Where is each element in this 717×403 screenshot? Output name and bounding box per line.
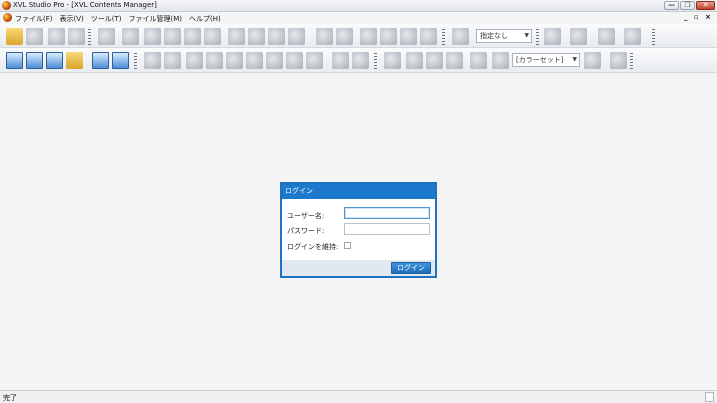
undo-icon[interactable] <box>48 28 65 45</box>
move-icon[interactable] <box>570 28 587 45</box>
image-icon[interactable] <box>26 52 43 69</box>
view-top-icon[interactable] <box>380 28 397 45</box>
view-preset-dropdown[interactable]: 指定なし ▼ <box>476 29 532 43</box>
remember-label: ログインを維持: <box>287 243 339 251</box>
chart-icon[interactable] <box>624 28 641 45</box>
password-label: パスワード: <box>287 227 325 235</box>
login-dialog-title: ログイン <box>282 184 435 199</box>
username-input[interactable] <box>344 207 430 219</box>
minimize-icon: — <box>668 1 675 9</box>
pan-icon[interactable] <box>122 28 139 45</box>
remember-checkbox[interactable] <box>344 242 351 249</box>
cylinder-icon[interactable] <box>406 52 423 69</box>
toolbar-separator <box>134 53 137 69</box>
highlight-icon[interactable] <box>288 28 305 45</box>
clock-icon[interactable] <box>598 28 615 45</box>
camera-icon[interactable] <box>336 28 353 45</box>
menu-file[interactable]: ファイル(F) <box>15 14 53 24</box>
box-hidden-icon[interactable] <box>246 52 263 69</box>
refresh-icon[interactable] <box>98 28 115 45</box>
list-icon[interactable] <box>46 52 63 69</box>
cylinder-shaded-icon[interactable] <box>426 52 443 69</box>
toolbar-separator <box>652 29 655 45</box>
menu-file-management[interactable]: ファイル管理(M) <box>129 14 183 24</box>
close-button[interactable]: ✕ <box>696 1 715 10</box>
login-button[interactable]: ログイン <box>391 262 431 274</box>
solid-icon[interactable] <box>584 52 601 69</box>
measure-icon[interactable] <box>248 28 265 45</box>
redo-icon[interactable] <box>68 28 85 45</box>
select-icon[interactable] <box>228 28 245 45</box>
save-icon[interactable] <box>26 28 43 45</box>
restore-icon: ❐ <box>684 1 691 9</box>
frame-icon[interactable] <box>164 52 181 69</box>
zoom-fit-icon[interactable] <box>184 28 201 45</box>
explode-icon[interactable] <box>544 28 561 45</box>
view-iso-icon[interactable] <box>420 28 437 45</box>
cube-icon[interactable] <box>306 52 323 69</box>
line-style-icon[interactable] <box>470 52 487 69</box>
open-folder-icon[interactable] <box>6 28 23 45</box>
login-form: ユーザー名: パスワード: ログインを維持: <box>282 199 435 260</box>
status-text: 完了 <box>3 394 17 402</box>
close-icon: ✕ <box>702 1 709 9</box>
resize-grip-icon[interactable] <box>705 392 714 402</box>
login-dialog-footer: ログイン <box>282 260 435 276</box>
minimize-button[interactable]: — <box>664 1 679 10</box>
box-shaded-icon[interactable] <box>206 52 223 69</box>
restore-button[interactable]: ❐ <box>680 1 695 10</box>
toolbar-separator <box>374 53 377 69</box>
light-icon[interactable] <box>316 28 333 45</box>
box-edge-icon[interactable] <box>226 52 243 69</box>
gear-icon[interactable] <box>492 52 509 69</box>
box-outline-icon[interactable] <box>286 52 303 69</box>
view-side-icon[interactable] <box>400 28 417 45</box>
color-set-dropdown[interactable]: [カラーセット] ▼ <box>512 53 580 67</box>
toolbar-main: 指定なし ▼ <box>0 24 717 48</box>
triangle-icon[interactable] <box>332 52 349 69</box>
toolbar-separator <box>536 29 539 45</box>
toolbar-separator <box>88 29 91 45</box>
display-icon[interactable] <box>610 52 627 69</box>
annotation-icon[interactable] <box>92 52 109 69</box>
menu-tools[interactable]: ツール(T) <box>91 14 122 24</box>
window-titlebar: XVL Studio Pro - [XVL Contents Manager] … <box>0 0 717 12</box>
cylinder-wire-icon[interactable] <box>384 52 401 69</box>
window-controls: — ❐ ✕ <box>664 1 715 10</box>
shape-icon[interactable] <box>352 52 369 69</box>
import-icon[interactable] <box>66 52 83 69</box>
toolbar-separator <box>630 53 633 69</box>
chevron-down-icon: ▼ <box>572 56 577 63</box>
window-title: XVL Studio Pro - [XVL Contents Manager] <box>13 1 157 9</box>
box-wire-icon[interactable] <box>186 52 203 69</box>
menu-help[interactable]: ヘルプ(H) <box>189 14 221 24</box>
section-icon[interactable] <box>268 28 285 45</box>
document-logo-icon[interactable] <box>3 13 12 22</box>
rotate-icon[interactable] <box>144 28 161 45</box>
menu-bar: ファイル(F) 表示(V) ツール(T) ファイル管理(M) ヘルプ(H) _ … <box>0 12 717 24</box>
contents-icon[interactable] <box>6 52 23 69</box>
view-front-icon[interactable] <box>360 28 377 45</box>
book-icon[interactable] <box>112 52 129 69</box>
paint-icon[interactable] <box>452 28 469 45</box>
toolbar-secondary: [カラーセット] ▼ <box>0 48 717 73</box>
view-preset-value: 指定なし <box>480 32 508 40</box>
menu-list: ファイル(F) 表示(V) ツール(T) ファイル管理(M) ヘルプ(H) <box>15 14 228 24</box>
toolbar-separator <box>442 29 445 45</box>
login-dialog: ログイン ユーザー名: パスワード: ログインを維持: ログイン <box>280 182 437 278</box>
chevron-down-icon: ▼ <box>524 32 529 39</box>
box-trans-icon[interactable] <box>266 52 283 69</box>
assembly-icon[interactable] <box>144 52 161 69</box>
status-bar: 完了 <box>0 390 717 403</box>
cylinder-outline-icon[interactable] <box>446 52 463 69</box>
app-logo-icon <box>2 1 11 10</box>
color-set-value: [カラーセット] <box>516 56 564 64</box>
password-input[interactable] <box>344 223 430 235</box>
menu-view[interactable]: 表示(V) <box>60 14 84 24</box>
mdi-controls[interactable]: _ ▫ × <box>684 13 713 21</box>
username-label: ユーザー名: <box>287 212 325 220</box>
zoom-icon[interactable] <box>164 28 181 45</box>
zoom-window-icon[interactable] <box>204 28 221 45</box>
